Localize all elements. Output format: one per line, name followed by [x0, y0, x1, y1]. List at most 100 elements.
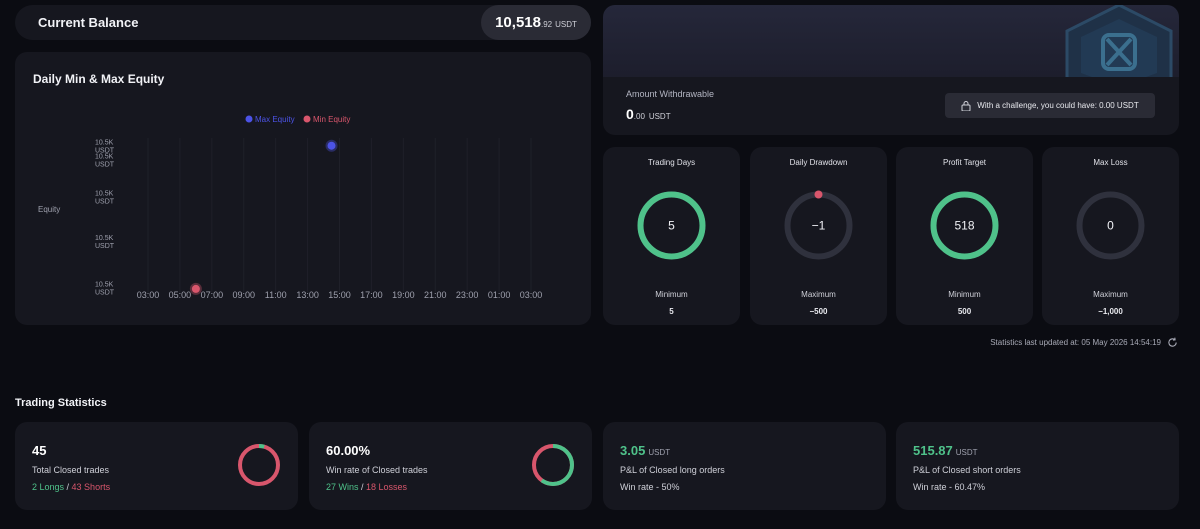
x-tick-label: 03:00 [520, 290, 543, 300]
stat-title: Daily Drawdown [789, 158, 848, 167]
stat-limit-label: Minimum [948, 290, 981, 299]
longs-count: 2 Longs [32, 482, 65, 492]
stat-card-max-loss: Max Loss 0 Maximum −1,000 [1042, 147, 1179, 325]
current-balance-label: Current Balance [38, 15, 139, 30]
losses-count: 18 Losses [366, 482, 408, 492]
card-value: 515.87 USDT [913, 443, 978, 458]
stat-card-daily-drawdown: Daily Drawdown −1 Maximum −500 [750, 147, 887, 325]
withdrawable-unit: USDT [648, 112, 671, 121]
statistics-updated: Statistics last updated at: 05 May 2026 … [990, 337, 1178, 348]
promo-banner [603, 5, 1179, 83]
wins-count: 27 Wins [326, 482, 359, 492]
equity-chart: Equity10.5KUSDT10.5KUSDT10.5KUSDT10.5KUS… [38, 115, 543, 300]
current-balance-bar: Current Balance 10,518 .92 USDT [15, 5, 591, 40]
legend-label[interactable]: Min Equity [313, 115, 350, 124]
x-tick-label: 11:00 [265, 290, 287, 300]
ring-value: −1 [812, 219, 826, 233]
card-value: 60.00% [326, 443, 371, 458]
data-point-min-equity[interactable] [191, 284, 200, 293]
y-tick-label: 10.5K [95, 235, 114, 242]
x-tick-label: 13:00 [296, 290, 319, 300]
balance-decimals: .92 [540, 20, 553, 29]
amount-withdrawable-card: Amount Withdrawable 0.00 USDT With a cha… [603, 77, 1179, 135]
long-orders-pnl-card: 3.05 USDT P&L of Closed long orders Win r… [603, 422, 886, 510]
wins-losses-donut [532, 444, 574, 486]
card-winrate: Win rate - 60.47% [913, 482, 986, 492]
x-tick-label: 15:00 [328, 290, 351, 300]
stat-limit-value: 5 [669, 307, 674, 316]
challenge-button[interactable]: With a challenge, you could have: 0.00 U… [945, 93, 1155, 118]
short-pnl-unit: USDT [955, 448, 978, 457]
ring-marker [814, 190, 823, 199]
long-pnl-unit: USDT [648, 448, 671, 457]
balance-pill: 10,518 .92 USDT [481, 5, 591, 40]
x-tick-label: 09:00 [232, 290, 255, 300]
x-tick-label: 01:00 [488, 290, 511, 300]
withdrawable-label: Amount Withdrawable [626, 89, 715, 99]
shorts-count: 43 Shorts [71, 482, 111, 492]
trading-days-ring: 5 [637, 191, 706, 260]
card-breakdown: 2 Longs / 43 Shorts [32, 482, 111, 492]
stat-limit-label: Minimum [655, 290, 688, 299]
short-pnl-value: 515.87 [913, 443, 953, 458]
x-tick-label: 19:00 [392, 290, 415, 300]
withdrawable-integer: 0 [626, 106, 634, 122]
y-tick-label: 10.5K [95, 154, 114, 161]
legend-marker [303, 115, 311, 123]
withdrawable-decimals: .00 [633, 112, 645, 121]
updated-text: Statistics last updated at: 05 May 2026 … [990, 338, 1161, 347]
y-tick-label: USDT [95, 199, 115, 206]
equity-chart-card: Daily Min & Max Equity Equity 10.5K USDT 10… [15, 52, 591, 325]
balance-amount: 10,518 [495, 14, 541, 31]
card-description: P&L of Closed long orders [620, 465, 725, 475]
card-description: Total Closed trades [32, 465, 110, 475]
data-point-max-equity[interactable] [327, 141, 336, 150]
withdrawable-amount: 0.00 USDT [626, 106, 671, 122]
stat-limit-label: Maximum [1093, 290, 1128, 299]
x-tick-label: 05:00 [169, 290, 192, 300]
card-description: Win rate of Closed trades [326, 465, 428, 475]
x-tick-label: 23:00 [456, 290, 479, 300]
stat-title: Max Loss [1093, 158, 1128, 167]
long-pnl-value: 3.05 [620, 443, 646, 458]
stat-title: Profit Target [943, 158, 986, 167]
win-rate-card: 60.00% Win rate of Closed trades 27 Wins… [309, 422, 592, 510]
trading-statistics-title: Trading Statistics [15, 397, 107, 409]
stat-limit-label: Maximum [801, 290, 836, 299]
short-orders-pnl-card: 515.87 USDT P&L of Closed short orders Wi… [896, 422, 1179, 510]
stat-limit-value: 500 [957, 307, 972, 316]
stat-title: Trading Days [647, 158, 696, 167]
lock-icon [961, 101, 971, 111]
max-loss-ring: 0 [1076, 191, 1145, 260]
legend-label[interactable]: Max Equity [255, 115, 295, 124]
card-value: 3.05 USDT [620, 443, 670, 458]
stat-limit-value: −1,000 [1098, 307, 1123, 316]
y-tick-label: 10.5K [95, 140, 114, 147]
stat-limit-value: −500 [809, 307, 828, 316]
card-description: P&L of Closed short orders [913, 465, 1021, 475]
ring-value: 518 [954, 219, 974, 233]
card-value: 45 [32, 443, 47, 458]
y-tick-label: USDT [95, 289, 115, 296]
logo-emblem-icon [1065, 5, 1173, 83]
balance-unit: USDT [555, 20, 577, 29]
daily-drawdown-ring: −1 [784, 190, 853, 260]
y-tick-label: USDT [95, 162, 115, 169]
refresh-icon[interactable] [1167, 337, 1178, 348]
y-tick-label: 10.5K [95, 191, 114, 198]
card-winrate: Win rate - 50% [620, 482, 680, 492]
profit-target-ring: 518 [930, 191, 999, 260]
y-axis-label: Equity [38, 205, 60, 214]
x-tick-label: 07:00 [201, 290, 224, 300]
card-breakdown: 27 Wins / 18 Losses [326, 482, 408, 492]
x-tick-label: 03:00 [137, 290, 160, 300]
stat-card-profit-target: Profit Target 518 Minimum 500 [896, 147, 1033, 325]
y-tick-label: 10.5K [95, 281, 114, 288]
challenge-text: With a challenge, you could have: 0.00 U… [977, 101, 1139, 110]
x-tick-label: 21:00 [424, 290, 447, 300]
longs-shorts-donut [238, 444, 280, 486]
total-closed-trades-card: 45 Total Closed trades 2 Longs / 43 Shor… [15, 422, 298, 510]
x-tick-label: 17:00 [360, 290, 383, 300]
ring-value: 5 [668, 219, 675, 233]
legend-marker [245, 115, 253, 123]
